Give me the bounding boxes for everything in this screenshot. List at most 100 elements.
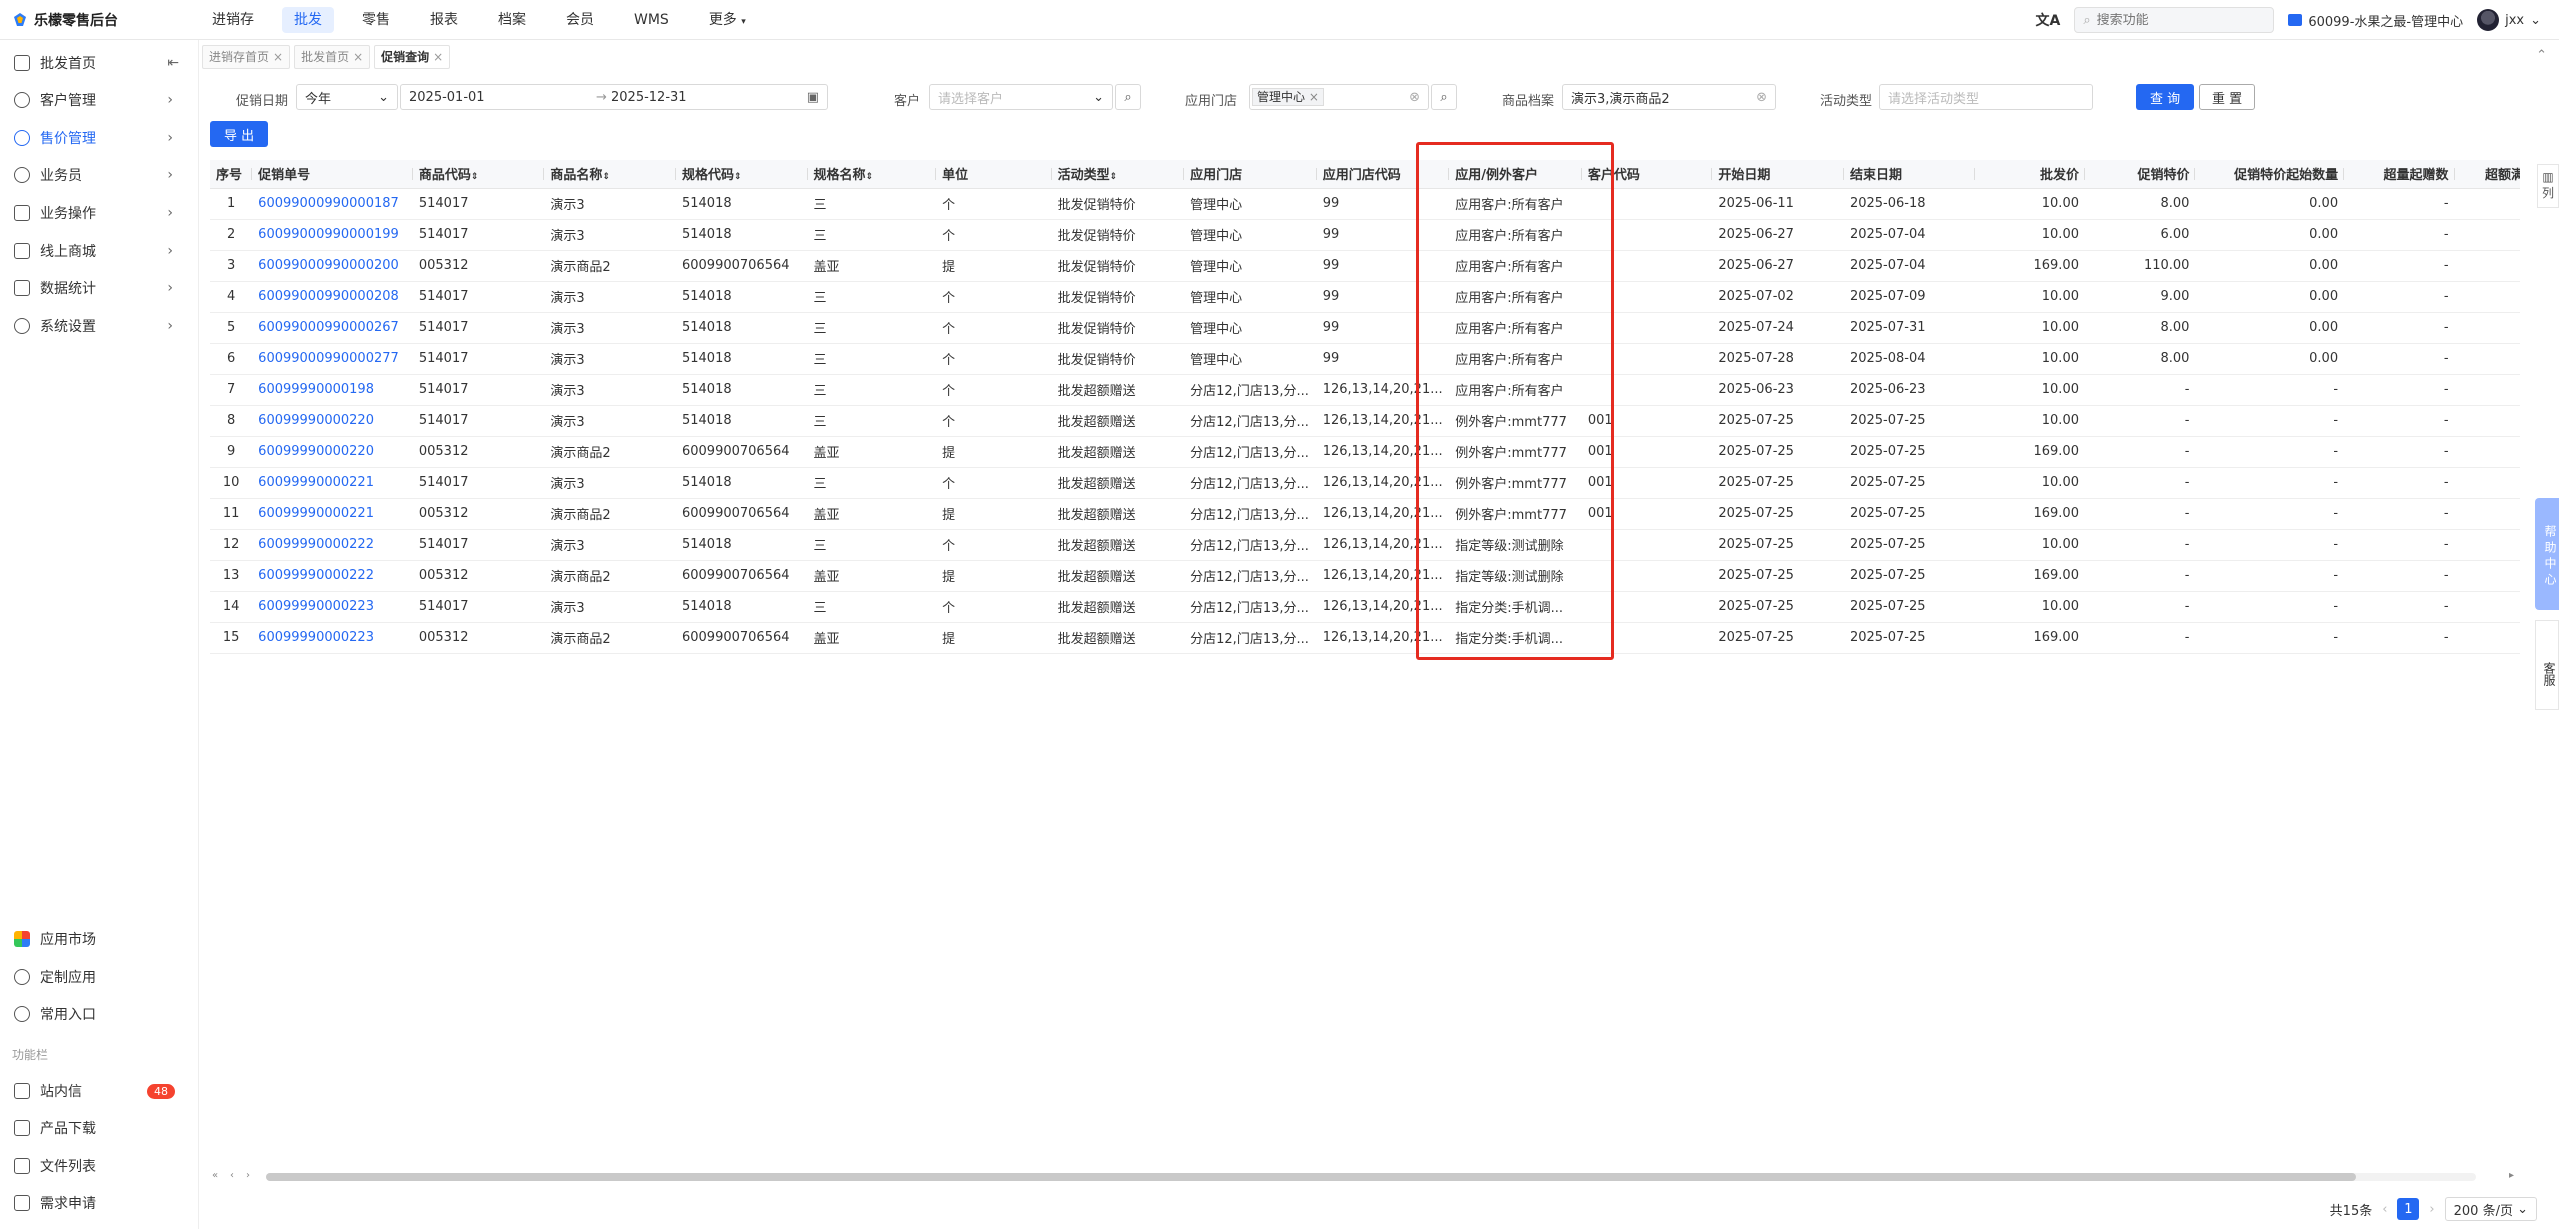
page-number[interactable]: 1 (2397, 1198, 2420, 1220)
nav-archive[interactable]: 档案 (486, 7, 538, 33)
table-cell[interactable]: 60099990000220 (252, 405, 413, 437)
sidebar-item-pricing[interactable]: 售价管理 › (0, 121, 199, 155)
col-header[interactable]: 促销单号 (252, 160, 413, 189)
sort-icon[interactable]: ⇕ (866, 172, 874, 182)
close-icon[interactable]: × (1309, 90, 1319, 104)
reset-button[interactable]: 重 置 (2199, 84, 2256, 110)
col-header[interactable]: 应用门店代码 (1316, 160, 1450, 189)
scroll-thumb[interactable] (266, 1173, 2356, 1181)
scroll-end-icon[interactable]: ▸ (2509, 1170, 2514, 1181)
nav-more[interactable]: 更多 ▾ (697, 7, 758, 33)
table-row[interactable]: 15 60099990000223 005312 演示商品2 6009900706564… (210, 622, 2520, 654)
table-cell[interactable]: 60099000990000277 (252, 343, 413, 375)
table-row[interactable]: 1 60099000990000187 514017 演示3 514018 三个批发促销特… (210, 188, 2520, 220)
scroll-right-icon[interactable]: › (246, 1170, 250, 1181)
prev-page-icon[interactable]: ‹ (2382, 1202, 2387, 1217)
col-header[interactable]: 客户代码 (1581, 160, 1713, 189)
goods-select[interactable]: 演示3,演示商品2 ⊗ (1562, 84, 1776, 110)
table-row[interactable]: 8 60099990000220 514017 演示3 514018 三个批发超额赠送 分店… (210, 405, 2520, 437)
translate-icon[interactable]: 文A (2036, 10, 2061, 30)
customer-search-button[interactable]: ⌕ (1115, 84, 1141, 110)
col-header[interactable]: 促销特价起始数量 (2195, 160, 2345, 189)
date-end[interactable]: 2025-12-31 (611, 90, 687, 105)
col-header[interactable]: 规格代码⇕ (675, 160, 808, 189)
table-row[interactable]: 5 60099000990000267 514017 演示3 514018 三个批发促销特… (210, 312, 2520, 344)
sidebar-item-wholesale-home[interactable]: 批发首页 ⇤ (0, 46, 199, 80)
sidebar-item-favorites[interactable]: 常用入口 (0, 997, 199, 1031)
close-icon[interactable]: × (433, 50, 443, 64)
table-row[interactable]: 13 60099990000222 005312 演示商品2 6009900706564… (210, 560, 2520, 592)
table-cell[interactable]: 60099000990000187 (252, 188, 413, 220)
next-page-icon[interactable]: › (2429, 1202, 2434, 1217)
sidebar-item-downloads[interactable]: 产品下载 (0, 1111, 199, 1145)
tab-inventory-home[interactable]: 进销存首页 × (202, 45, 291, 69)
nav-reports[interactable]: 报表 (418, 7, 470, 33)
table-cell[interactable]: 60099990000221 (252, 498, 413, 530)
col-header[interactable]: 应用门店 (1184, 160, 1317, 189)
sidebar-item-requests[interactable]: 需求申请 (0, 1186, 199, 1220)
store-select[interactable]: 管理中心 × ⊗ (1249, 84, 1429, 110)
col-header[interactable]: 活动类型⇕ (1051, 160, 1185, 189)
col-header[interactable]: 应用/例外客户 (1449, 160, 1582, 189)
sort-icon[interactable]: ⇕ (1110, 172, 1118, 182)
clear-icon[interactable]: ⊗ (1409, 90, 1420, 105)
table-cell[interactable]: 60099990000223 (252, 622, 413, 654)
table-cell[interactable]: 60099990000220 (252, 436, 413, 468)
sort-icon[interactable]: ⇕ (471, 172, 479, 182)
col-header[interactable]: 批发价 (1974, 160, 2085, 189)
date-mode-select[interactable]: 今年 ⌄ (296, 84, 398, 110)
table-cell[interactable]: 60099990000221 (252, 467, 413, 499)
table-row[interactable]: 12 60099990000222 514017 演示3 514018 三个批发超额赠送分… (210, 529, 2520, 561)
clear-icon[interactable]: ⊗ (1756, 90, 1767, 105)
col-header[interactable]: 序号 (210, 160, 253, 189)
function-search[interactable]: ⌕ (2074, 7, 2275, 33)
sidebar-item-online-mall[interactable]: 线上商城 › (0, 234, 199, 268)
table-row[interactable]: 10 60099990000221 514017 演示3 514018 三个批发超额赠送分… (210, 467, 2520, 499)
sidebar-item-customers[interactable]: 客户管理 › (0, 83, 199, 117)
table-cell[interactable]: 60099000990000199 (252, 219, 413, 251)
help-center-button[interactable]: 帮助中心 (2535, 498, 2559, 610)
table-row[interactable]: 11 60099990000221 005312 演示商品2 6009900706564… (210, 498, 2520, 530)
table-cell[interactable]: 60099990000222 (252, 529, 413, 561)
col-header[interactable]: 超额满 (2454, 160, 2520, 189)
table-cell[interactable]: 60099000990000200 (252, 250, 413, 282)
chevron-up-icon[interactable]: ⌃ (2536, 48, 2547, 63)
sidebar-item-messages[interactable]: 站内信 48 (0, 1074, 199, 1108)
page-size-select[interactable]: 200 条/页 ⌄ (2444, 1197, 2537, 1221)
sort-icon[interactable]: ⇕ (734, 172, 742, 182)
sort-icon[interactable]: ⇕ (602, 172, 610, 182)
scroll-first-icon[interactable]: « (212, 1170, 218, 1181)
export-button[interactable]: 导 出 (210, 121, 269, 147)
col-header[interactable]: 结束日期 (1843, 160, 1975, 189)
function-search-input[interactable] (2096, 12, 2257, 28)
nav-members[interactable]: 会员 (554, 7, 606, 33)
table-cell[interactable]: 60099990000222 (252, 560, 413, 592)
org-switcher[interactable]: 60099-水果之最-管理中心 (2288, 11, 2463, 30)
table-cell[interactable]: 60099990000198 (252, 374, 413, 406)
date-range-picker[interactable]: 2025-01-01 → 2025-12-31 ▣ (400, 84, 828, 110)
nav-wholesale[interactable]: 批发 (282, 6, 334, 33)
sidebar-item-files[interactable]: 文件列表 (0, 1149, 199, 1183)
nav-retail[interactable]: 零售 (350, 7, 402, 33)
customer-select[interactable]: 请选择客户 ⌄ (929, 84, 1113, 110)
table-cell[interactable]: 60099000990000267 (252, 312, 413, 344)
sidebar-item-statistics[interactable]: 数据统计 › (0, 271, 199, 305)
store-search-button[interactable]: ⌕ (1431, 84, 1457, 110)
col-header[interactable]: 超量起赠数 (2344, 160, 2455, 189)
close-icon[interactable]: × (273, 50, 283, 64)
sidebar-item-settings[interactable]: 系统设置 › (0, 309, 199, 343)
column-settings-button[interactable]: ▥ 列 (2537, 164, 2559, 208)
user-menu[interactable]: jxx ⌄ (2477, 9, 2541, 31)
tab-promotion-query[interactable]: 促销查询 × (374, 45, 451, 69)
sidebar-item-custom-app[interactable]: 定制应用 (0, 960, 199, 994)
table-row[interactable]: 7 60099990000198 514017 演示3 514018 三个批发超额赠送 分店… (210, 374, 2520, 406)
scroll-left-icon[interactable]: ‹ (230, 1170, 234, 1181)
query-button[interactable]: 查 询 (2136, 84, 2195, 110)
table-row[interactable]: 6 60099000990000277 514017 演示3 514018 三个批发促销特… (210, 343, 2520, 375)
tab-wholesale-home[interactable]: 批发首页 × (294, 45, 371, 69)
date-start[interactable]: 2025-01-01 (409, 90, 485, 105)
table-row[interactable]: 2 60099000990000199 514017 演示3 514018 三个批发促销特… (210, 219, 2520, 251)
collapse-sidebar-icon[interactable]: ⇤ (167, 55, 179, 71)
nav-wms[interactable]: WMS (622, 7, 681, 33)
sidebar-item-salesman[interactable]: 业务员 › (0, 158, 199, 192)
